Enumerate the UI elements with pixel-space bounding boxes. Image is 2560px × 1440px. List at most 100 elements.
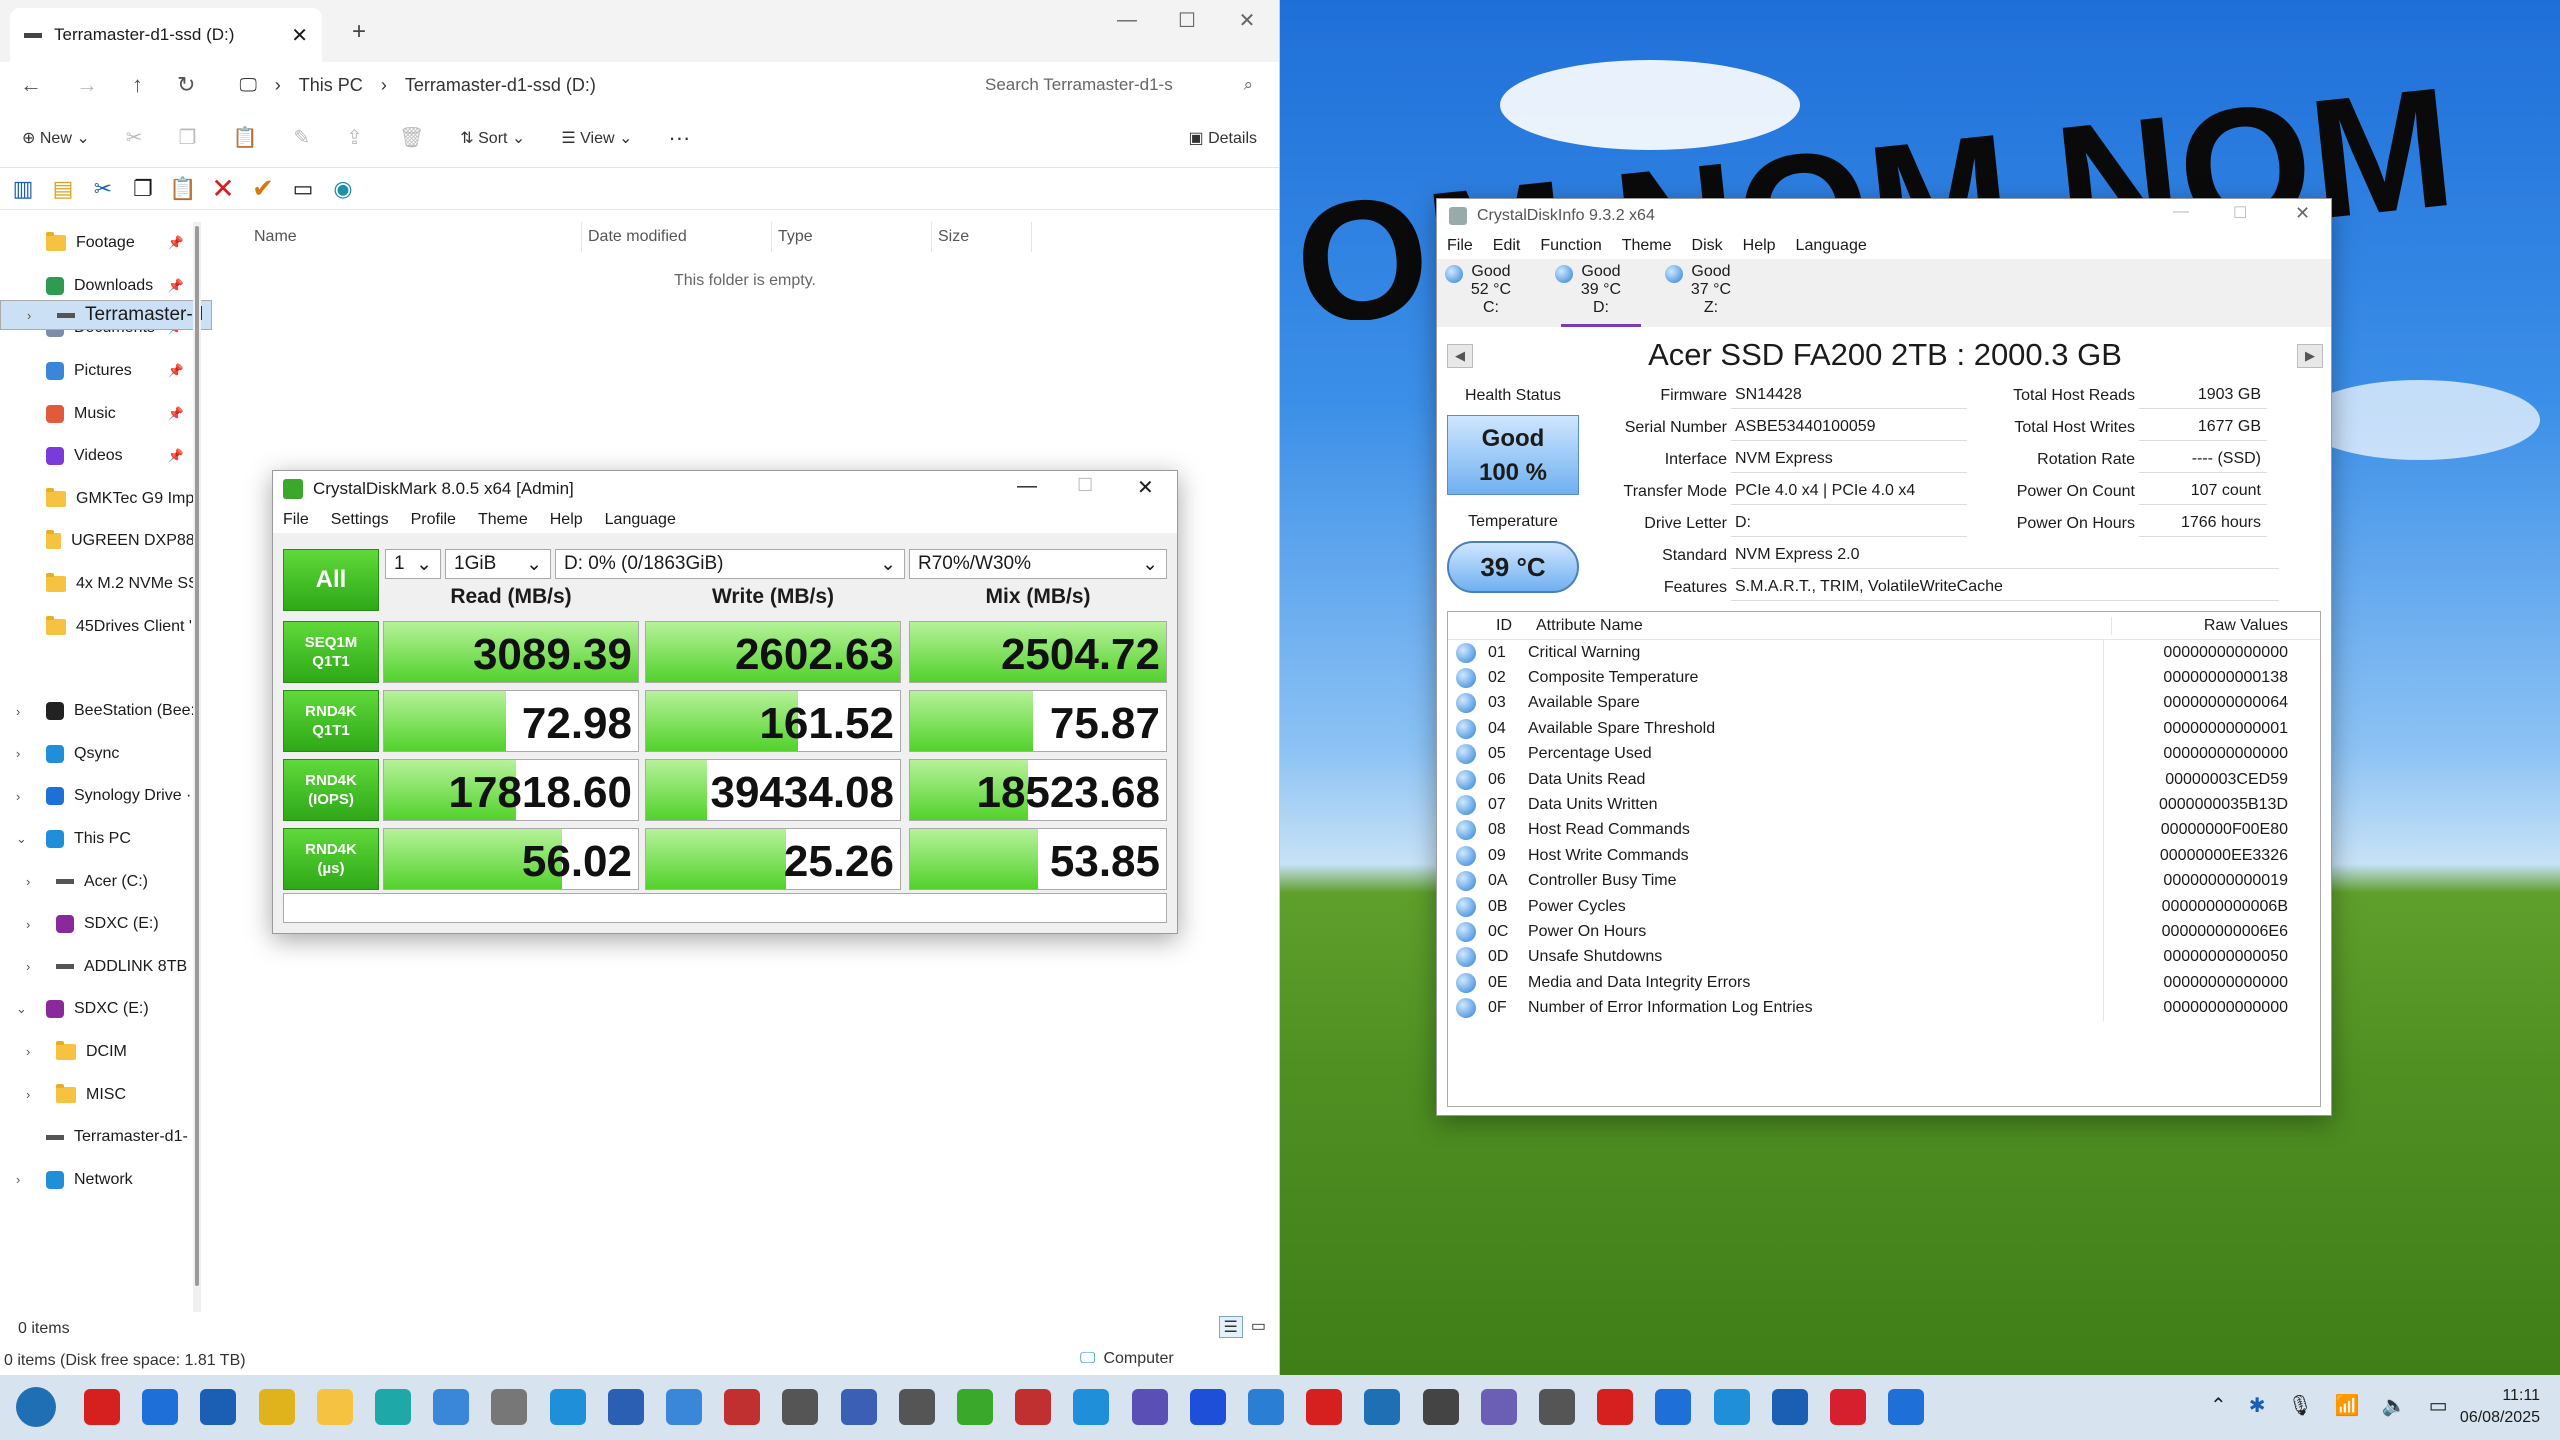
clock[interactable]: 11:11 06/08/2025 <box>2460 1385 2540 1429</box>
cdi-menu-6[interactable]: Language <box>1796 237 1867 255</box>
sidebar-item-network[interactable]: › Network <box>0 1158 200 1201</box>
maximize-button[interactable]: ☐ <box>1077 475 1093 496</box>
sidebar-item-footage[interactable]: Footage 📌 <box>0 222 200 265</box>
paste-tool-icon[interactable]: 📋 <box>168 174 198 204</box>
sidebar-item-videos[interactable]: Videos 📌 <box>0 435 200 478</box>
store-icon[interactable] <box>549 1389 586 1425</box>
attr-name-header[interactable]: Attribute Name <box>1536 616 2112 635</box>
pin-icon[interactable]: 📌 <box>168 363 184 379</box>
app-icon[interactable] <box>1073 1389 1110 1425</box>
paste-icon[interactable]: 📋 <box>232 125 257 150</box>
attr-raw-header[interactable]: Raw Values <box>2112 617 2320 635</box>
record-icon[interactable] <box>1306 1389 1343 1425</box>
drive-select[interactable]: D: 0% (0/1863GiB) ⌄ <box>555 549 905 579</box>
details-view-icon[interactable]: ☰ <box>1218 1316 1243 1338</box>
health-status-badge[interactable]: Good 100 % <box>1447 415 1579 495</box>
cdm-menu-5[interactable]: Language <box>605 511 676 529</box>
close-tab-icon[interactable]: ✕ <box>291 23 308 48</box>
column-date-modified[interactable]: Date modified <box>582 222 772 252</box>
new-tab-icon[interactable]: + <box>352 18 366 46</box>
share-icon[interactable]: ⇪ <box>346 125 363 150</box>
attribute-row[interactable]: 0A Controller Busy Time 00000000000019 <box>1448 868 2320 894</box>
sort-button[interactable]: ⇅ Sort ⌄ <box>460 128 525 148</box>
cdm-menu-2[interactable]: Profile <box>411 511 456 529</box>
expand-chevron-icon[interactable]: › <box>26 1044 30 1059</box>
app-icon[interactable] <box>1422 1389 1459 1425</box>
app-icon[interactable] <box>433 1389 470 1425</box>
sidebar-item-sdxc-e[interactable]: ⌄ SDXC (E:) <box>0 988 200 1031</box>
minimize-button[interactable]: — <box>1096 0 1158 40</box>
microphone-icon[interactable]: 🎙 <box>2288 1393 2313 1418</box>
tiles-view-icon[interactable]: ▭ <box>1251 1316 1266 1338</box>
sidebar-item-pictures[interactable]: Pictures 📌 <box>0 350 200 393</box>
bluetooth-icon[interactable]: ✱ <box>2249 1393 2266 1418</box>
pin-icon[interactable]: 📌 <box>168 235 184 251</box>
attribute-row[interactable]: 02 Composite Temperature 00000000000138 <box>1448 665 2320 691</box>
breadcrumb-this-pc[interactable]: This PC <box>299 75 363 96</box>
view-button[interactable]: ☰ View ⌄ <box>561 128 632 148</box>
keyboard-app-icon[interactable] <box>491 1389 528 1425</box>
cut-tool-icon[interactable]: ✂ <box>88 174 118 204</box>
select-folder-icon[interactable]: ▤ <box>48 174 78 204</box>
test-count-select[interactable]: 1 ⌄ <box>385 549 441 579</box>
breadcrumb-drive[interactable]: Terramaster-d1-ssd (D:) <box>405 75 596 96</box>
search-input[interactable]: Search Terramaster-d1-s ⌕ <box>979 67 1259 103</box>
breadcrumb[interactable]: 🖵 › This PC › Terramaster-d1-ssd (D:) <box>239 75 595 96</box>
column-size[interactable]: Size <box>932 222 1032 252</box>
app-icon[interactable] <box>1015 1389 1052 1425</box>
chrome-icon[interactable] <box>258 1389 295 1425</box>
cdi-menu-2[interactable]: Function <box>1540 237 1601 255</box>
attribute-row[interactable]: 0F Number of Error Information Log Entrie… <box>1448 995 2320 1021</box>
cdi-menu-0[interactable]: File <box>1447 237 1473 255</box>
attribute-row[interactable]: 0D Unsafe Shutdowns 00000000000050 <box>1448 944 2320 971</box>
expand-chevron-icon[interactable]: › <box>27 308 31 323</box>
volume-icon[interactable]: 🔈 <box>2382 1393 2407 1418</box>
app-icon[interactable] <box>200 1389 237 1425</box>
cdm-menu-3[interactable]: Theme <box>478 511 528 529</box>
copy-icon[interactable]: ❐ <box>179 125 197 150</box>
app-icon[interactable] <box>1655 1389 1692 1425</box>
sidebar-item-ugreen-dxp88[interactable]: UGREEN DXP88( <box>0 520 200 563</box>
sidebar-item-synology-drive[interactable]: › Synology Drive · <box>0 775 200 818</box>
app-icon[interactable] <box>1189 1389 1226 1425</box>
pane-toggle-icon[interactable]: ▥ <box>8 174 38 204</box>
app-icon[interactable] <box>782 1389 819 1425</box>
app-icon[interactable] <box>840 1389 877 1425</box>
sidebar-item-acer-c[interactable]: › Acer (C:) <box>0 860 200 903</box>
sidebar-item-beestation-bee[interactable]: › BeeStation (Bee: <box>0 690 200 733</box>
sidebar-item-this-pc[interactable]: ⌄ This PC <box>0 818 200 861</box>
sidebar-item-dcim[interactable]: › DCIM <box>0 1031 200 1074</box>
close-button[interactable]: ✕ <box>1137 475 1154 500</box>
attribute-row[interactable]: 0B Power Cycles 0000000000006B <box>1448 893 2320 920</box>
teams-icon[interactable] <box>1131 1389 1168 1425</box>
refresh-icon[interactable]: ↻ <box>177 72 195 98</box>
delete-tool-icon[interactable]: ✕ <box>208 173 238 204</box>
huawei-app-icon[interactable] <box>84 1389 120 1425</box>
wifi-icon[interactable]: 📶 <box>2335 1393 2360 1418</box>
back-arrow-icon[interactable]: ← <box>20 72 42 98</box>
test-row-label-button[interactable]: RND4K (IOPS) <box>283 759 379 821</box>
expand-chevron-icon[interactable]: › <box>16 789 20 804</box>
attribute-row[interactable]: 01 Critical Warning 00000000000000 <box>1448 640 2320 666</box>
cdm-menu-4[interactable]: Help <box>550 511 583 529</box>
cdi-menu-4[interactable]: Disk <box>1692 237 1723 255</box>
attribute-row[interactable]: 06 Data Units Read 00000003CED59 <box>1448 766 2320 793</box>
expand-chevron-icon[interactable]: › <box>16 746 20 761</box>
disk-tab-c[interactable]: Good 52 °C C: <box>1445 263 1531 317</box>
expand-chevron-icon[interactable]: › <box>16 1172 20 1187</box>
sidebar-item-terramaster-d1[interactable]: Terramaster-d1- <box>0 1116 200 1159</box>
cut-icon[interactable]: ✂ <box>126 125 143 150</box>
column-name[interactable]: Name <box>210 222 582 252</box>
minimize-button[interactable]: — <box>1017 475 1037 498</box>
chevron-up-icon[interactable]: ⌃ <box>2210 1393 2227 1418</box>
word-icon[interactable] <box>607 1389 644 1425</box>
attribute-row[interactable]: 09 Host Write Commands 00000000EE3326 <box>1448 843 2320 869</box>
app-icon[interactable] <box>666 1389 702 1425</box>
globe-tool-icon[interactable]: ◉ <box>328 174 358 204</box>
temperature-badge[interactable]: 39 °C <box>1447 541 1579 593</box>
attribute-row[interactable]: 0E Media and Data Integrity Errors 0000000… <box>1448 970 2320 996</box>
sidebar-item-4x-m-2-nvme-ss[interactable]: 4x M.2 NVMe SS <box>0 563 200 606</box>
rename-icon[interactable]: ✎ <box>293 125 310 150</box>
test-row-label-button[interactable]: RND4K Q1T1 <box>283 690 379 752</box>
sidebar-item-misc[interactable]: › MISC <box>0 1073 200 1116</box>
